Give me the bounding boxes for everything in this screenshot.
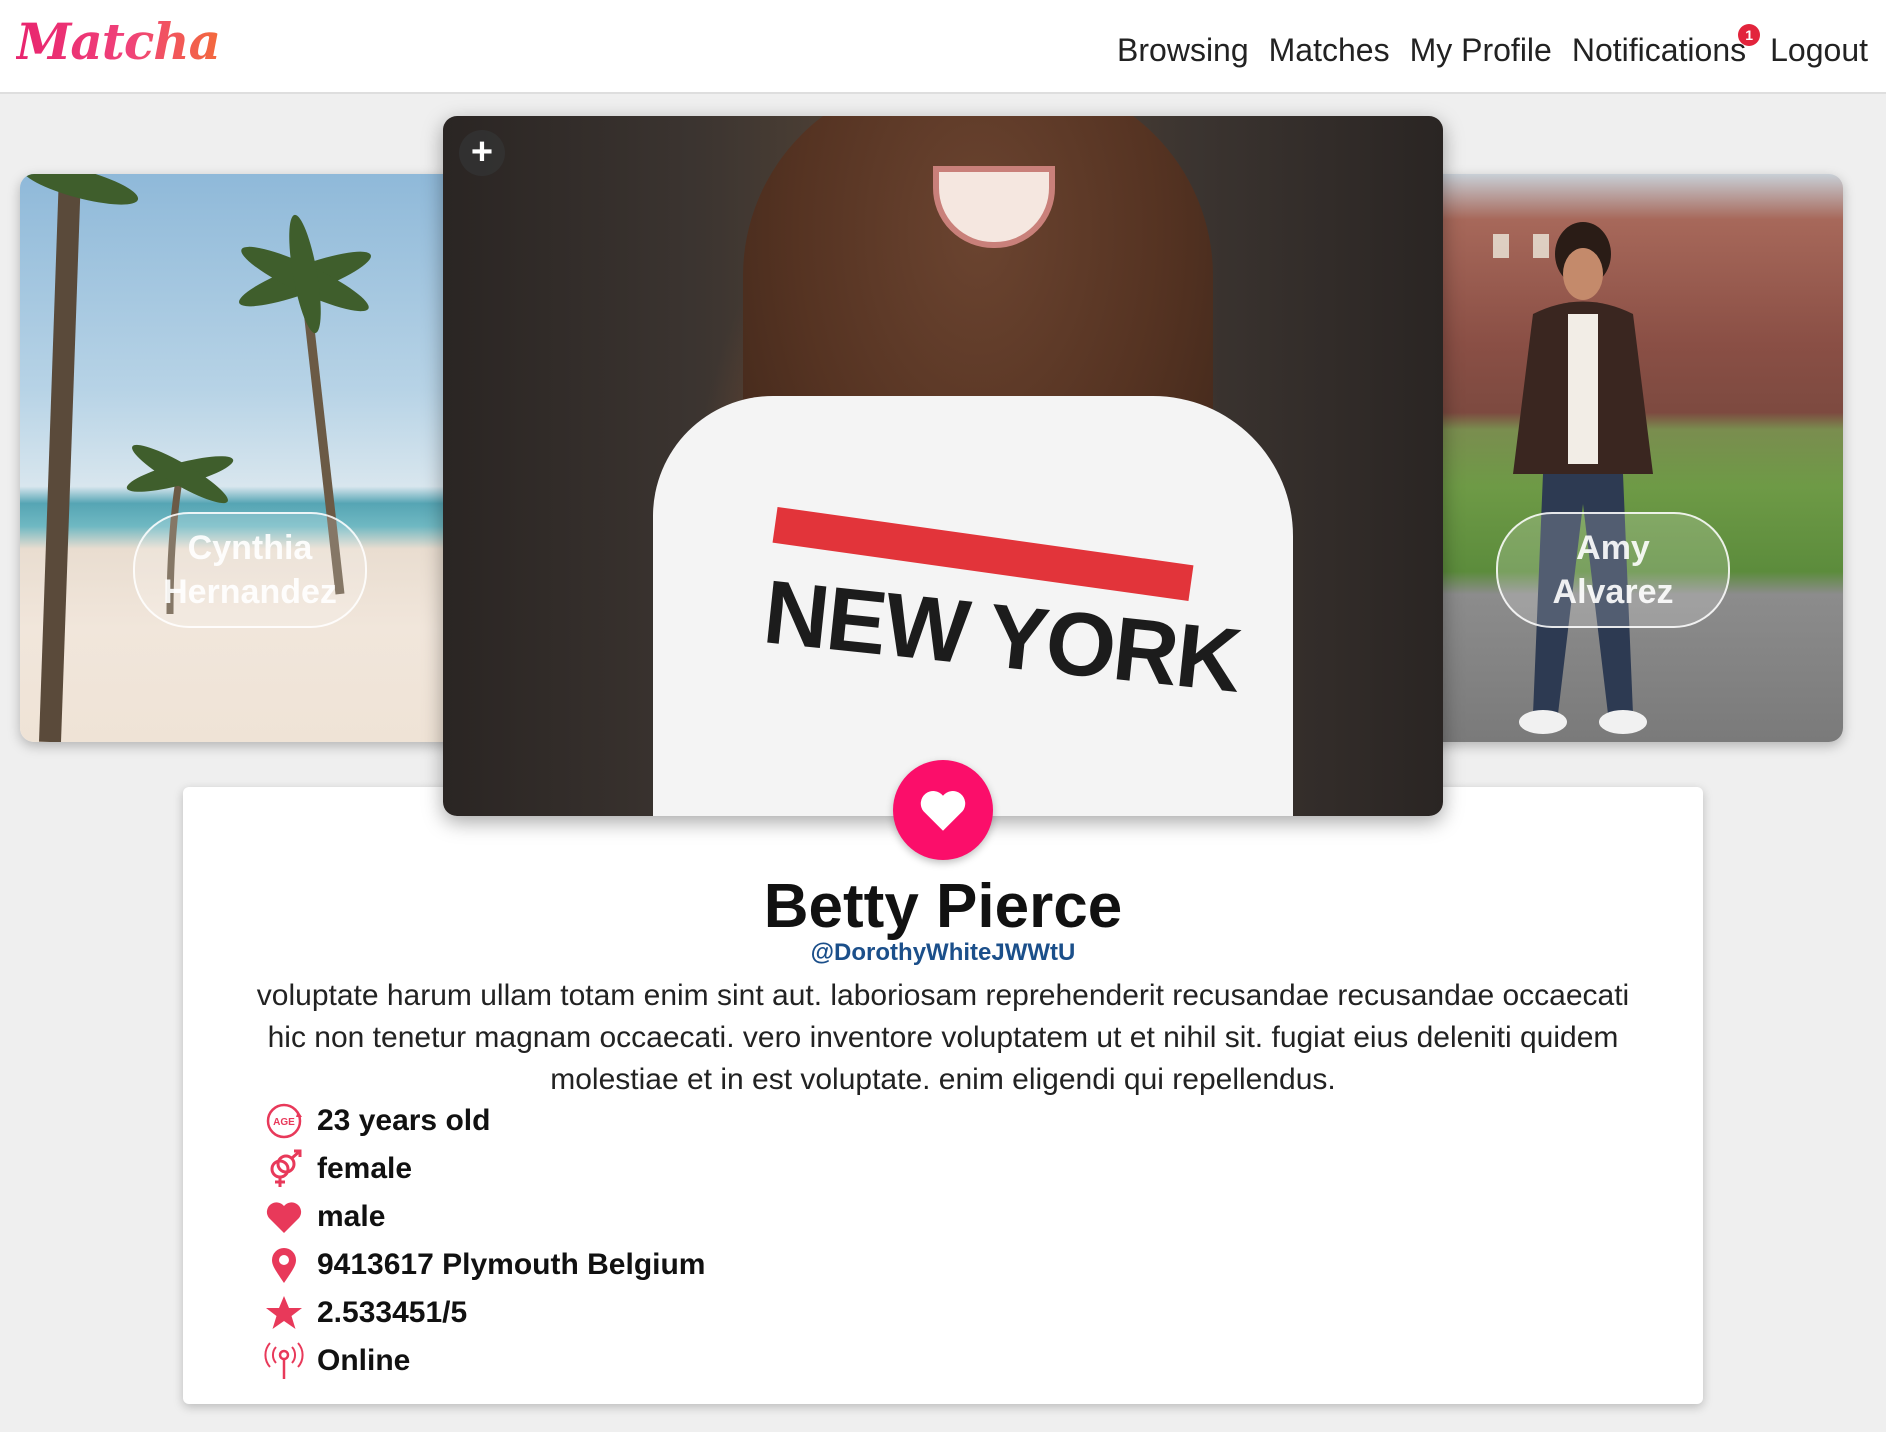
heart-icon xyxy=(263,1196,305,1238)
person-park-illustration xyxy=(1383,222,1653,734)
nav-links: Browsing Matches My Profile Notification… xyxy=(1117,24,1868,69)
star-icon xyxy=(263,1292,305,1334)
nav-browsing[interactable]: Browsing xyxy=(1117,32,1249,69)
navbar: Matcha Browsing Matches My Profile Notif… xyxy=(0,0,1886,94)
heart-icon xyxy=(920,791,966,831)
prev-profile-name[interactable]: Cynthia Hernandez xyxy=(133,512,367,628)
next-first-name: Amy xyxy=(1576,529,1650,567)
prev-first-name: Cynthia xyxy=(187,529,313,567)
nav-logout[interactable]: Logout xyxy=(1770,32,1868,69)
carousel-next-card[interactable]: Amy Alvarez xyxy=(1383,174,1843,742)
plus-icon: + xyxy=(470,131,494,173)
broadcast-icon xyxy=(263,1340,305,1382)
profile-card: Betty Pierce @DorothyWhiteJWWtU voluptat… xyxy=(183,787,1703,1404)
nav-notifications-label: Notifications xyxy=(1571,32,1747,68)
profile-name: Betty Pierce xyxy=(763,872,1123,941)
gender-icon xyxy=(263,1148,305,1190)
carousel-current-card[interactable]: NEW YORK xyxy=(443,116,1443,816)
profile-bio: voluptate harum ullam totam enim sint au… xyxy=(256,979,1630,1096)
detail-status-text: Online xyxy=(317,1344,411,1377)
like-button[interactable] xyxy=(893,760,993,860)
app-logo[interactable]: Matcha xyxy=(16,12,221,71)
prev-last-name: Hernandez xyxy=(163,573,337,611)
nav-notifications[interactable]: Notifications 1 xyxy=(1571,24,1761,69)
carousel-prev-card[interactable]: Cynthia Hernandez xyxy=(20,174,480,742)
age-icon-label: AGE xyxy=(273,1117,295,1128)
detail-location: 9413617 Plymouth Belgium xyxy=(263,1241,705,1289)
notification-badge: 1 xyxy=(1738,24,1761,46)
profile-username[interactable]: @DorothyWhiteJWWtU xyxy=(183,939,1703,967)
detail-interest: male xyxy=(263,1193,705,1241)
next-profile-name[interactable]: Amy Alvarez xyxy=(1496,512,1730,628)
detail-location-text: 9413617 Plymouth Belgium xyxy=(317,1248,706,1281)
age-icon: AGE xyxy=(263,1100,305,1142)
next-last-name: Alvarez xyxy=(1552,573,1674,611)
detail-rating: 2.533451/5 xyxy=(263,1289,705,1337)
nav-my-profile[interactable]: My Profile xyxy=(1410,32,1552,69)
nav-matches[interactable]: Matches xyxy=(1269,32,1390,69)
detail-status: Online xyxy=(263,1337,705,1385)
detail-gender: female xyxy=(263,1145,705,1193)
detail-gender-text: female xyxy=(317,1152,413,1185)
profile-details: AGE 23 years old female male 9413617 Ply… xyxy=(263,1097,705,1385)
detail-age-text: 23 years old xyxy=(317,1104,491,1137)
location-pin-icon xyxy=(263,1244,305,1286)
detail-rating-text: 2.533451/5 xyxy=(317,1296,468,1329)
next-profile-photo xyxy=(1383,174,1843,742)
detail-interest-text: male xyxy=(317,1200,386,1233)
add-photo-button[interactable]: + xyxy=(459,130,505,176)
prev-profile-photo xyxy=(20,174,480,742)
detail-age: AGE 23 years old xyxy=(263,1097,705,1145)
palm-trees-illustration xyxy=(21,174,371,742)
